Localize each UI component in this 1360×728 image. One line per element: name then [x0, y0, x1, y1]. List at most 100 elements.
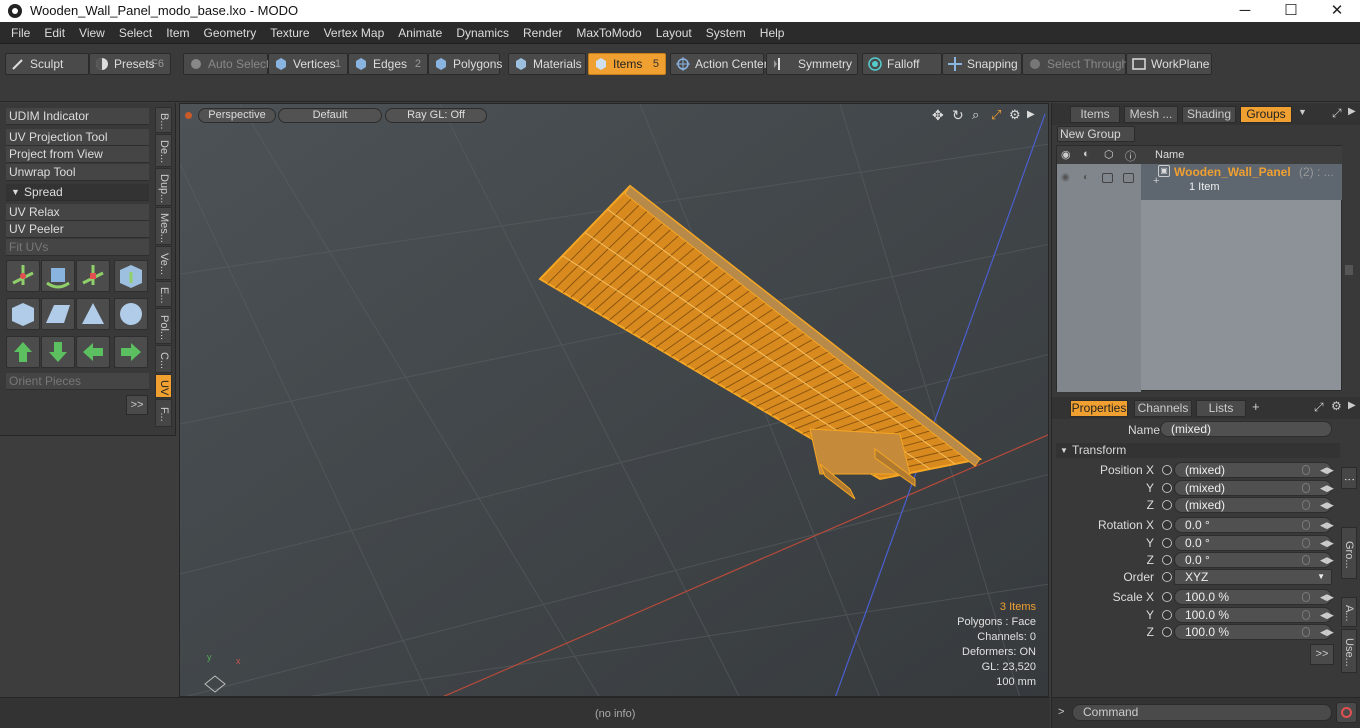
polygons-button[interactable]: Polygons — [428, 53, 502, 75]
menu-vertex-map[interactable]: Vertex Map — [317, 22, 392, 44]
tab-items[interactable]: Items — [1070, 106, 1120, 123]
tab-shading[interactable]: Shading — [1182, 106, 1236, 123]
rotation-x-arrows-icon[interactable]: ◀▶ — [1320, 519, 1334, 531]
position-z-arrows-icon[interactable]: ◀▶ — [1320, 499, 1334, 511]
select-info-icon[interactable]: ⓘ — [1125, 148, 1136, 164]
expand-arrow-icon[interactable]: ▶ — [1027, 108, 1037, 122]
menu-system[interactable]: System — [699, 22, 753, 44]
unwrap-tool-button[interactable]: Unwrap Tool — [6, 164, 149, 181]
uv-move-tool-button[interactable] — [6, 260, 40, 292]
pan-icon[interactable]: ✥ — [932, 108, 946, 122]
groups-scrollbar[interactable] — [1342, 145, 1358, 391]
more-tools-button[interactable]: >> — [126, 395, 148, 415]
position-x-link-icon[interactable] — [1302, 465, 1310, 475]
scale-z-arrows-icon[interactable]: ◀▶ — [1320, 626, 1334, 638]
workplane-button[interactable]: WorkPlane — [1126, 53, 1212, 75]
uv-scale-tool-button[interactable] — [76, 260, 110, 292]
scale-y-arrows-icon[interactable]: ◀▶ — [1320, 609, 1334, 621]
zoom-search-icon[interactable]: ⌕ — [972, 108, 986, 122]
rvtab-active[interactable]: ⋮ — [1341, 467, 1357, 489]
auto-select-button[interactable]: Auto Select — [183, 53, 269, 75]
menu-item[interactable]: Item — [159, 22, 196, 44]
menu-view[interactable]: View — [72, 22, 112, 44]
rotation-y-arrows-icon[interactable]: ◀▶ — [1320, 537, 1334, 549]
uv-align-right-button[interactable] — [114, 336, 148, 368]
tab-mesh[interactable]: Mesh ... — [1124, 106, 1178, 123]
panel-arrow-icon[interactable]: ▶ — [1348, 106, 1356, 117]
tab-groups[interactable]: Groups — [1240, 106, 1292, 123]
uv-peeler-button[interactable]: UV Peeler — [6, 221, 149, 238]
close-button[interactable]: ✕ — [1314, 0, 1360, 22]
expand-properties-icon[interactable]: ⤢ — [1314, 400, 1324, 415]
rotation-x-link-icon[interactable] — [1302, 520, 1310, 530]
command-input[interactable]: Command — [1072, 704, 1332, 721]
menu-help[interactable]: Help — [753, 22, 792, 44]
position-x-arrows-icon[interactable]: ◀▶ — [1320, 464, 1334, 476]
rvtab-groups[interactable]: Gro... — [1341, 527, 1357, 579]
transform-section[interactable]: ▼ Transform — [1056, 443, 1340, 458]
rotation-z-arrows-icon[interactable]: ◀▶ — [1320, 554, 1334, 566]
vtab-mes[interactable]: Mes... — [155, 207, 172, 245]
rotation-z-link-icon[interactable] — [1302, 555, 1310, 565]
shading-default-dropdown[interactable]: Default — [278, 108, 382, 123]
uv-grid-tool-button[interactable] — [41, 298, 75, 330]
sculpt-button[interactable]: Sculpt — [5, 53, 89, 75]
tab-lists[interactable]: Lists — [1196, 400, 1246, 417]
position-y-link-icon[interactable] — [1302, 483, 1310, 493]
position-z-keyframe-dot[interactable] — [1162, 500, 1172, 510]
row-render-icon[interactable]: ◐ — [1083, 172, 1089, 183]
row-eye-icon[interactable]: ◉ — [1061, 172, 1070, 183]
vertices-button[interactable]: Vertices 1 — [268, 53, 348, 75]
tab-properties[interactable]: Properties — [1070, 400, 1128, 417]
tabs-dropdown-icon[interactable]: ▼ — [1298, 107, 1307, 117]
scale-z-keyframe-dot[interactable] — [1162, 627, 1172, 637]
position-y-arrows-icon[interactable]: ◀▶ — [1320, 482, 1334, 494]
viewport-menu-dot-icon[interactable] — [185, 112, 192, 119]
order-keyframe-dot[interactable] — [1162, 572, 1172, 582]
uv-align-left-button[interactable] — [76, 336, 110, 368]
rvtab-a[interactable]: A... — [1341, 597, 1357, 627]
spread-section[interactable]: ▼ Spread — [6, 184, 149, 201]
edges-button[interactable]: Edges 2 — [348, 53, 428, 75]
action-center-button[interactable]: Action Center — [670, 53, 768, 75]
tab-channels[interactable]: Channels — [1134, 400, 1192, 417]
new-group-button[interactable]: New Group — [1057, 126, 1135, 142]
scale-x-keyframe-dot[interactable] — [1162, 592, 1172, 602]
uv-pack-tool-button[interactable] — [114, 260, 148, 292]
menu-file[interactable]: File — [0, 22, 37, 44]
uv-unwrap-icon-button[interactable] — [6, 298, 40, 330]
menu-geometry[interactable]: Geometry — [197, 22, 264, 44]
materials-button[interactable]: Materials — [508, 53, 586, 75]
scale-y-link-icon[interactable] — [1302, 610, 1310, 620]
select-through-button[interactable]: Select Through — [1022, 53, 1128, 75]
rotation-y-link-icon[interactable] — [1302, 538, 1310, 548]
orbit-icon[interactable]: ↻ — [952, 108, 966, 122]
render-icon[interactable]: ◐ — [1083, 148, 1090, 160]
expand-panel-icon[interactable]: ⤢ — [1332, 106, 1342, 121]
rotation-y-keyframe-dot[interactable] — [1162, 538, 1172, 548]
menu-render[interactable]: Render — [516, 22, 569, 44]
vtab-dup[interactable]: Dup... — [155, 168, 172, 206]
uv-pyramid-tool-button[interactable] — [76, 298, 110, 330]
scale-x-link-icon[interactable] — [1302, 592, 1310, 602]
menu-layout[interactable]: Layout — [649, 22, 699, 44]
fit-uvs-button[interactable]: Fit UVs — [6, 239, 149, 256]
minimize-button[interactable]: ─ — [1222, 0, 1268, 22]
vtab-ve[interactable]: Ve... — [155, 246, 172, 280]
group-row-wooden-wall-panel[interactable]: ▣ + Wooden_Wall_Panel (2) : ... 1 Item — [1141, 164, 1343, 200]
orient-pieces-button[interactable]: Orient Pieces — [6, 373, 149, 390]
menu-dynamics[interactable]: Dynamics — [449, 22, 516, 44]
symmetry-button[interactable]: Symmetry — [766, 53, 858, 75]
menu-select[interactable]: Select — [112, 22, 159, 44]
visibility-eye-icon[interactable]: ◉ — [1061, 148, 1071, 161]
position-y-keyframe-dot[interactable] — [1162, 483, 1172, 493]
scale-y-keyframe-dot[interactable] — [1162, 610, 1172, 620]
vtab-pol[interactable]: Pol... — [155, 308, 172, 344]
properties-arrow-icon[interactable]: ▶ — [1348, 400, 1356, 411]
more-properties-button[interactable]: >> — [1310, 644, 1334, 665]
maximize-button[interactable]: ☐ — [1268, 0, 1314, 22]
items-button[interactable]: Items 5 — [588, 53, 666, 75]
scale-x-arrows-icon[interactable]: ◀▶ — [1320, 591, 1334, 603]
vtab-uv[interactable]: UV — [155, 374, 172, 398]
order-dropdown[interactable]: XYZ ▼ — [1174, 569, 1332, 585]
